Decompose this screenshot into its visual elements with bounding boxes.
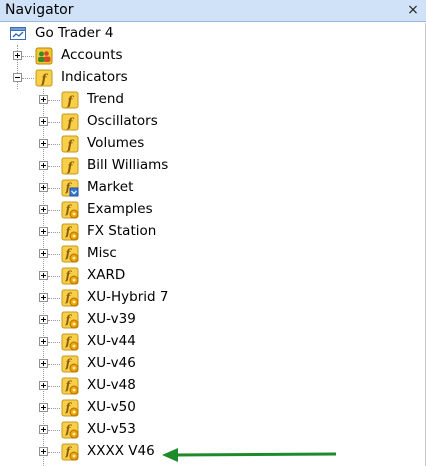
annotation-arrow (162, 448, 337, 462)
tree-label: Volumes (87, 135, 145, 151)
tree-guide-line (48, 210, 60, 211)
tree-label-indicators: Indicators (61, 69, 128, 85)
tree-guide-line (48, 364, 60, 365)
tree-guide-line (48, 452, 60, 453)
function-icon: f (61, 113, 79, 131)
expand-icon[interactable] (39, 227, 48, 236)
expand-icon[interactable] (39, 359, 48, 368)
function-icon: f (61, 135, 79, 153)
accounts-icon (35, 47, 53, 65)
tree-guide-line (48, 122, 60, 123)
custom-function-icon: f (61, 311, 79, 329)
custom-function-icon: f (61, 289, 79, 307)
tree-label: Bill Williams (87, 157, 169, 173)
expand-icon[interactable] (39, 183, 48, 192)
expand-icon[interactable] (39, 249, 48, 258)
expand-icon[interactable] (39, 447, 48, 456)
tree-label: XU-v48 (87, 377, 136, 393)
function-icon: f (35, 69, 53, 87)
tree-label: XARD (87, 267, 126, 283)
expand-icon[interactable] (39, 95, 48, 104)
expand-icon[interactable] (39, 425, 48, 434)
tree-label: XXXX V46 (87, 443, 155, 459)
expand-icon[interactable] (39, 381, 48, 390)
expand-icon[interactable] (39, 337, 48, 346)
tree-label-root: Go Trader 4 (35, 25, 114, 41)
tree-label: XU-Hybrid 7 (87, 289, 169, 305)
tree-label-accounts: Accounts (61, 47, 123, 63)
custom-function-icon: f (61, 355, 79, 373)
close-icon[interactable]: × (406, 3, 420, 17)
expand-icon[interactable] (39, 117, 48, 126)
tree-guide-line (48, 276, 60, 277)
tree-label: XU-v39 (87, 311, 136, 327)
tree-guide-line (48, 188, 60, 189)
tree-guide-line (48, 342, 60, 343)
custom-function-icon: f (61, 421, 79, 439)
market-function-icon: f (61, 179, 79, 197)
navigator-tree: Go Trader 4 Accounts f Indicators f Trend… (0, 23, 426, 466)
tree-guide-line (22, 56, 34, 57)
tree-guide-line (48, 254, 60, 255)
custom-function-icon: f (61, 377, 79, 395)
tree-guide-line (48, 386, 60, 387)
custom-function-icon: f (61, 443, 79, 461)
expand-icon[interactable] (39, 139, 48, 148)
tree-label: Market (87, 179, 134, 195)
tree-label: Oscillators (87, 113, 158, 129)
tree-label: FX Station (87, 223, 157, 239)
custom-function-icon: f (61, 201, 79, 219)
tree-label: XU-v50 (87, 399, 136, 415)
expand-icon[interactable] (39, 271, 48, 280)
tree-guide-line (48, 408, 60, 409)
tree-guide-line (48, 298, 60, 299)
custom-function-icon: f (61, 245, 79, 263)
tree-label: XU-v46 (87, 355, 136, 371)
function-icon: f (61, 157, 79, 175)
function-icon: f (61, 91, 79, 109)
custom-function-icon: f (61, 333, 79, 351)
custom-function-icon: f (61, 399, 79, 417)
tree-guide-line (22, 78, 34, 79)
tree-guide-line (48, 100, 60, 101)
tree-label: Misc (87, 245, 117, 261)
window-title: Navigator (5, 2, 74, 18)
tree-label: XU-v53 (87, 421, 136, 437)
tree-label: Examples (87, 201, 153, 217)
custom-function-icon: f (61, 267, 79, 285)
expand-icon[interactable] (39, 205, 48, 214)
expand-icon[interactable] (39, 293, 48, 302)
collapse-icon[interactable] (13, 73, 22, 82)
tree-guide-line (48, 166, 60, 167)
tree-label: Trend (87, 91, 124, 107)
terminal-icon (10, 27, 26, 40)
expand-icon[interactable] (39, 315, 48, 324)
expand-icon[interactable] (39, 403, 48, 412)
tree-guide-line (48, 144, 60, 145)
expand-icon[interactable] (13, 51, 22, 60)
tree-guide-line (48, 430, 60, 431)
tree-guide-line (48, 320, 60, 321)
navigator-titlebar: Navigator × (0, 0, 426, 22)
tree-guide-line (48, 232, 60, 233)
custom-function-icon: f (61, 223, 79, 241)
tree-label: XU-v44 (87, 333, 136, 349)
expand-icon[interactable] (39, 161, 48, 170)
